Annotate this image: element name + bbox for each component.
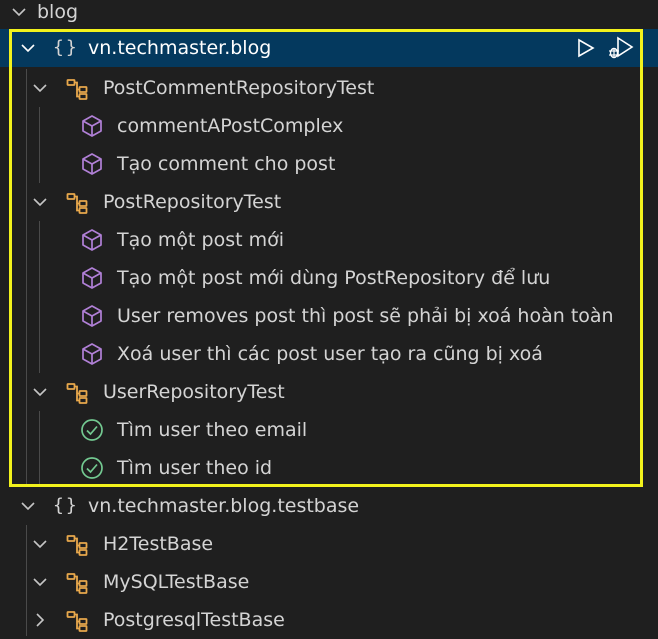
tree-item-class-postrepositorytest[interactable]: PostRepositoryTest <box>0 183 658 221</box>
tree-item-label: H2TestBase <box>103 533 214 555</box>
tree-item-label: blog <box>37 1 79 23</box>
chevron-down-icon[interactable] <box>31 573 49 591</box>
chevron-right-icon[interactable] <box>31 611 49 629</box>
chevron-down-icon[interactable] <box>31 383 49 401</box>
tree-item-label: MySQLTestBase <box>103 571 250 593</box>
class-icon <box>65 608 89 632</box>
namespace-icon: {} <box>53 495 79 516</box>
tree-item-label: PostgresqlTestBase <box>103 609 285 631</box>
chevron-down-icon[interactable] <box>10 3 28 21</box>
chevron-down-icon[interactable] <box>31 79 49 97</box>
tree-item-class-mysqltestbase[interactable]: MySQLTestBase <box>0 563 658 601</box>
test-method-icon <box>80 266 104 290</box>
class-icon <box>65 570 89 594</box>
indent-guide <box>26 525 27 636</box>
tree-item-label: User removes post thì post sẽ phải bị xo… <box>117 305 614 327</box>
chevron-down-icon[interactable] <box>19 497 37 515</box>
tree-item-label: Tìm user theo id <box>117 457 273 479</box>
tree-item-test-method[interactable]: User removes post thì post sẽ phải bị xo… <box>0 297 658 335</box>
indent-guide <box>39 411 40 487</box>
tree-item-test-method[interactable]: Tìm user theo id <box>0 449 658 487</box>
tree-item-label: commentAPostComplex <box>117 115 344 137</box>
passed-check-icon <box>80 418 104 442</box>
tree-item-test-method[interactable]: commentAPostComplex <box>0 107 658 145</box>
tree-item-test-method[interactable]: Tạo một post mới <box>0 221 658 259</box>
indent-guide <box>26 69 27 487</box>
tree-item-test-method[interactable]: Tạo một post mới dùng PostRepository để … <box>0 259 658 297</box>
tree-item-label: vn.techmaster.blog.testbase <box>88 495 360 517</box>
tree-item-test-method[interactable]: Xoá user thì các post user tạo ra cũng b… <box>0 335 658 373</box>
tree-item-class-postcommentrepositorytest[interactable]: PostCommentRepositoryTest <box>0 69 658 107</box>
tree-item-blog[interactable]: blog <box>0 0 658 31</box>
tree-item-package-techmaster-blog-testbase[interactable]: {} vn.techmaster.blog.testbase <box>0 487 658 525</box>
tree-item-class-h2testbase[interactable]: H2TestBase <box>0 525 658 563</box>
tree-item-package-techmaster-blog[interactable]: {} vn.techmaster.blog <box>0 29 658 67</box>
debug-test-icon[interactable] <box>606 36 634 67</box>
tree-item-label: PostCommentRepositoryTest <box>103 77 375 99</box>
tree-item-label: Tạo một post mới <box>117 229 285 251</box>
class-icon <box>65 190 89 214</box>
tree-item-label: UserRepositoryTest <box>103 381 285 403</box>
tree-item-test-method[interactable]: Tạo comment cho post <box>0 145 658 183</box>
test-explorer-tree: blog {} vn.techmaster.blog PostCommentRe… <box>0 0 658 636</box>
tree-item-label: PostRepositoryTest <box>103 191 282 213</box>
tree-item-label: Tạo một post mới dùng PostRepository để … <box>117 267 551 289</box>
test-method-icon <box>80 342 104 366</box>
tree-item-label: vn.techmaster.blog <box>88 37 272 59</box>
test-method-icon <box>80 228 104 252</box>
chevron-down-icon[interactable] <box>31 193 49 211</box>
class-icon <box>65 380 89 404</box>
tree-item-label: Xoá user thì các post user tạo ra cũng b… <box>117 343 543 365</box>
class-icon <box>65 532 89 556</box>
namespace-icon: {} <box>53 37 79 58</box>
test-method-icon <box>80 152 104 176</box>
passed-check-icon <box>80 456 104 480</box>
indent-guide <box>39 107 40 183</box>
indent-guide <box>39 221 40 373</box>
class-icon <box>65 76 89 100</box>
tree-item-label: Tạo comment cho post <box>117 153 336 175</box>
tree-item-class-userrepositorytest[interactable]: UserRepositoryTest <box>0 373 658 411</box>
chevron-down-icon[interactable] <box>31 535 49 553</box>
test-method-icon <box>80 304 104 328</box>
run-test-icon[interactable] <box>577 38 595 63</box>
test-method-icon <box>80 114 104 138</box>
chevron-down-icon[interactable] <box>19 39 37 57</box>
tree-item-class-postgresqltestbase[interactable]: PostgresqlTestBase <box>0 601 658 639</box>
tree-item-test-method[interactable]: Tìm user theo email <box>0 411 658 449</box>
tree-item-label: Tìm user theo email <box>117 419 308 441</box>
